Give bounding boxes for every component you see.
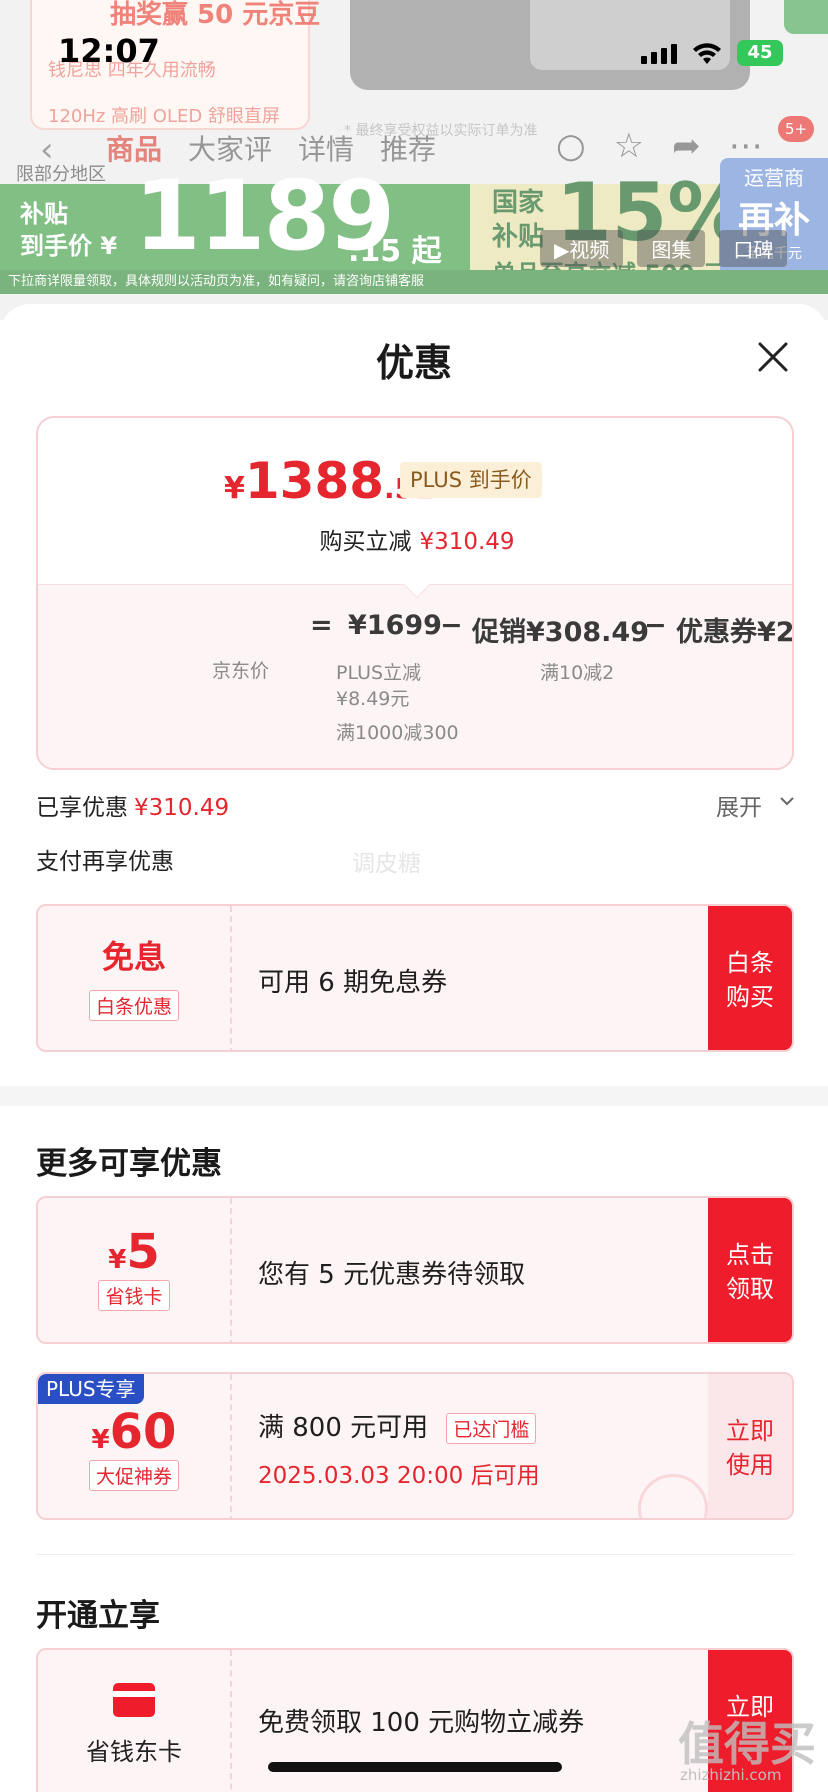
- coupon-body: 您有 5 元优惠券待领取: [258, 1198, 526, 1342]
- action-line: 购买: [726, 983, 774, 1011]
- coupon-available-time: 2025.03.03 20:00 后可用: [258, 1462, 540, 1489]
- formula-minus: −: [644, 610, 667, 641]
- claimed-stamp: [638, 1474, 708, 1518]
- coupon-currency: ¥: [108, 1245, 127, 1275]
- threshold-reached-tag: 已达门槛: [446, 1412, 537, 1444]
- formula-minus: −: [440, 610, 463, 641]
- formula-jd-price: ¥1699: [348, 610, 442, 641]
- action-line: 白条: [726, 949, 774, 977]
- coupon-amount: 5: [126, 1224, 160, 1280]
- coupon-tag: 省钱卡: [98, 1280, 170, 1311]
- coupon-body: 满 800 元可用 已达门槛 2025.03.03 20:00 后可用: [258, 1374, 540, 1518]
- promo-detail-line: PLUS立减: [336, 662, 422, 684]
- enjoyed-label: 已享优惠: [36, 795, 128, 821]
- coupon-60: ¥60 大促神券 PLUS专享 满 800 元可用 已达门槛 2025.03.0…: [36, 1372, 794, 1520]
- coupon-currency: ¥: [91, 1425, 110, 1455]
- formula-coupon: 优惠券¥2: [676, 617, 794, 648]
- instant-label: 购买立减: [319, 529, 412, 555]
- use-coupon-button[interactable]: 立即 使用: [708, 1374, 792, 1518]
- coupon-body: 可用 6 期免息券: [258, 906, 448, 1050]
- coupon-condition: 满 800 元可用 已达门槛: [258, 1407, 540, 1444]
- watermark-logo: 值得买: [678, 1717, 816, 1771]
- action-line: 点击: [726, 1241, 774, 1269]
- coupon-amount: 60: [109, 1404, 177, 1460]
- price-currency: ¥: [224, 471, 245, 506]
- price-breakdown-card: ¥1388.51 PLUS 到手价 购买立减¥310.49 = ¥1699 − …: [36, 416, 794, 770]
- action-line: 领取: [726, 1275, 774, 1303]
- plus-price-tag: PLUS 到手价: [400, 462, 542, 498]
- formula-equals: =: [310, 610, 333, 641]
- coupon-condition-text: 满 800 元可用: [258, 1412, 429, 1443]
- promo-detail-line: ¥8.49元: [336, 688, 410, 710]
- baitiao-tag: 白条优惠: [88, 990, 179, 1021]
- action-line: 使用: [726, 1451, 774, 1479]
- coupon-text: 您有 5 元优惠券待领取: [258, 1259, 526, 1290]
- jd-price-label: 京东价: [212, 660, 270, 682]
- section-divider: [36, 1554, 794, 1555]
- promo-detail-line: 满1000减300: [336, 722, 459, 744]
- status-time: 12:07: [58, 32, 160, 70]
- price-integer: 1388: [244, 452, 385, 510]
- more-discounts-title: 更多可享优惠: [36, 1146, 222, 1182]
- discount-sheet: 优惠 ¥1388.51 PLUS 到手价 购买立减¥310.49 = ¥1699…: [0, 304, 828, 1792]
- plus-exclusive-badge: PLUS专享: [38, 1374, 144, 1404]
- expand-button[interactable]: 展开: [716, 788, 762, 822]
- enjoyed-amount: ¥310.49: [134, 795, 230, 821]
- formula-promo: 促销¥308.49: [472, 617, 649, 648]
- interest-free-title: 免息: [101, 938, 166, 976]
- status-bar: 12:07 45: [0, 0, 828, 104]
- close-icon[interactable]: [752, 336, 794, 378]
- coupon-left: ¥5 省钱卡: [38, 1198, 232, 1342]
- coupon-value: ¥60: [38, 1404, 230, 1460]
- promo-detail: PLUS立减 ¥8.49元 满1000减300: [336, 660, 459, 746]
- baitiao-text: 可用 6 期免息券: [258, 967, 448, 998]
- card-coupon-text: 免费领取 100 元购物立减券: [258, 1707, 585, 1738]
- open-enjoy-title: 开通立享: [36, 1598, 160, 1634]
- battery-icon: 45: [737, 40, 783, 66]
- pay-section-label: 支付再享优惠: [36, 849, 174, 875]
- action-line: 立即: [726, 1417, 774, 1445]
- card-name: 省钱东卡: [86, 1738, 182, 1766]
- watermark-url: zhizhizhi.com: [680, 1766, 782, 1784]
- coupon-value: ¥5: [38, 1224, 230, 1280]
- coupon-left: 免息 白条优惠: [38, 906, 232, 1050]
- baitiao-buy-button[interactable]: 白条 购买: [708, 906, 792, 1050]
- pay-watermark: 调皮糖: [352, 851, 421, 877]
- signal-icon: [641, 44, 677, 64]
- enjoyed-discount-row: 已享优惠 ¥310.49: [36, 788, 229, 822]
- baitiao-coupon: 免息 白条优惠 可用 6 期免息券 白条购买: [36, 904, 794, 1052]
- section-divider: [0, 1086, 828, 1106]
- sheet-title: 优惠: [375, 341, 452, 385]
- claim-coupon-button[interactable]: 点击 领取: [708, 1198, 792, 1342]
- card-icon: [113, 1683, 155, 1717]
- home-indicator[interactable]: [268, 1762, 562, 1772]
- instant-discount-row: 购买立减 ¥310.49: [38, 522, 792, 556]
- coupon-tag: 大促神券: [88, 1460, 179, 1491]
- instant-amount: ¥310.49: [419, 529, 515, 555]
- coupon-5: ¥5 省钱卡 您有 5 元优惠券待领取 点击领取: [36, 1196, 794, 1344]
- coupon-detail: 满10减2: [540, 662, 615, 684]
- wifi-icon: [693, 43, 721, 64]
- coupon-left: 省钱东卡: [38, 1650, 232, 1792]
- chevron-down-icon[interactable]: [778, 792, 796, 810]
